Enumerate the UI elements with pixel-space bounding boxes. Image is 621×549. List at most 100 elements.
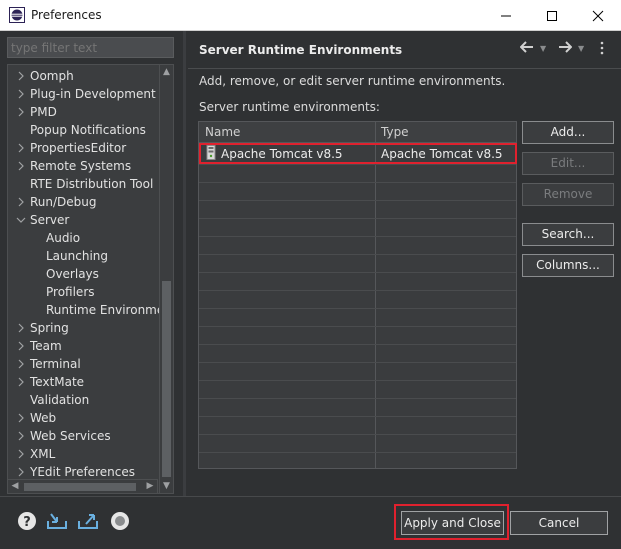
chevron-right-icon[interactable] (16, 139, 26, 157)
row-gridline (199, 218, 516, 219)
chevron-down-icon[interactable] (16, 211, 26, 229)
tree-item[interactable]: Plug-in Development (8, 85, 158, 103)
import-icon[interactable] (46, 511, 68, 531)
chevron-right-icon[interactable] (16, 409, 26, 427)
chevron-right-icon[interactable] (16, 373, 26, 391)
tree-item[interactable]: Popup Notifications (8, 121, 158, 139)
tree-horizontal-scrollbar[interactable]: ◀ ▶ (7, 479, 158, 494)
tree-item[interactable]: Spring (8, 319, 158, 337)
chevron-right-icon[interactable] (16, 427, 26, 445)
tree-vertical-scrollbar[interactable]: ▲ ▼ (159, 65, 173, 493)
tree-item[interactable]: Web (8, 409, 158, 427)
tree-item-label: Popup Notifications (30, 123, 146, 137)
scroll-thumb[interactable] (162, 281, 171, 477)
cancel-button[interactable]: Cancel (510, 511, 608, 535)
tree-item[interactable]: Audio (8, 229, 158, 247)
close-button[interactable] (575, 0, 621, 31)
tree-item-label: Remote Systems (30, 159, 132, 173)
tree-item-label: Plug-in Development (30, 87, 156, 101)
remove-button[interactable]: Remove (522, 183, 614, 206)
scroll-left-icon[interactable]: ◀ (8, 480, 22, 493)
search-button[interactable]: Search... (522, 223, 614, 246)
filter-input[interactable] (7, 37, 174, 58)
chevron-right-icon[interactable] (16, 445, 26, 463)
tree-item[interactable]: RTE Distribution Tool (8, 175, 158, 193)
back-arrow-icon[interactable] (519, 41, 534, 57)
forward-menu-chevron-icon[interactable]: ▼ (578, 44, 584, 60)
chevron-right-icon[interactable] (16, 157, 26, 175)
row-gridline (199, 308, 516, 309)
hscroll-thumb[interactable] (24, 483, 136, 491)
more-options-icon[interactable] (600, 41, 604, 57)
tree-item-label: Audio (46, 231, 81, 245)
tree-item[interactable]: TextMate (8, 373, 158, 391)
tree-item-label: Oomph (30, 69, 74, 83)
table-label: Server runtime environments: (199, 100, 380, 114)
row-gridline (199, 200, 516, 201)
apply-button-highlight (394, 504, 509, 540)
tree-item-label: Validation (30, 393, 90, 407)
tree-item[interactable]: Terminal (8, 355, 158, 373)
tree-item[interactable]: Overlays (8, 265, 158, 283)
oomph-preference-recorder-icon[interactable] (110, 511, 130, 531)
edit-button[interactable]: Edit... (522, 152, 614, 175)
chevron-right-icon[interactable] (16, 319, 26, 337)
tree-item[interactable]: Server (8, 211, 158, 229)
dialog-body: Oomph Plug-in Development PMD Popup Notific… (0, 31, 621, 549)
help-icon[interactable]: ? (17, 511, 37, 531)
minimize-button[interactable] (483, 0, 529, 31)
row-gridline (199, 236, 516, 237)
export-icon[interactable] (77, 511, 99, 531)
tree-item[interactable]: PMD (8, 103, 158, 121)
header-separator (188, 68, 621, 69)
back-menu-chevron-icon[interactable]: ▼ (540, 44, 546, 60)
scroll-up-icon[interactable]: ▲ (160, 65, 173, 79)
row-gridline (199, 272, 516, 273)
maximize-button[interactable] (529, 0, 575, 31)
row-gridline (199, 344, 516, 345)
scroll-down-icon[interactable]: ▼ (160, 479, 173, 493)
tree-item[interactable]: Run/Debug (8, 193, 158, 211)
tree-item[interactable]: Launching (8, 247, 158, 265)
row-gridline (199, 452, 516, 453)
chevron-right-icon[interactable] (16, 193, 26, 211)
tree-item-label: TextMate (30, 375, 85, 389)
maximize-icon (547, 10, 557, 21)
chevron-right-icon[interactable] (16, 85, 26, 103)
footer-separator (0, 496, 621, 497)
row-gridline (199, 380, 516, 381)
tree-item[interactable]: XML (8, 445, 158, 463)
columns-button[interactable]: Columns... (522, 254, 614, 277)
tree-item[interactable]: Validation (8, 391, 158, 409)
column-header-name[interactable]: Name (205, 125, 240, 139)
svg-text:?: ? (23, 515, 31, 530)
forward-arrow-icon[interactable] (558, 41, 573, 57)
tree-item-label: Web Services (30, 429, 111, 443)
preference-tree[interactable]: Oomph Plug-in Development PMD Popup Notific… (7, 64, 174, 494)
close-icon (592, 10, 604, 21)
tree-item-label: Team (30, 339, 62, 353)
tree-item-label: Run/Debug (30, 195, 97, 209)
chevron-right-icon[interactable] (16, 67, 26, 85)
tree-item[interactable]: PropertiesEditor (8, 139, 158, 157)
chevron-right-icon[interactable] (16, 103, 26, 121)
tree-item[interactable]: Runtime Environmen (8, 301, 172, 319)
row-gridline (199, 398, 516, 399)
tree-item[interactable]: Web Services (8, 427, 158, 445)
tree-item[interactable]: Remote Systems (8, 157, 158, 175)
chevron-right-icon[interactable] (16, 355, 26, 373)
panel-divider[interactable] (183, 31, 186, 496)
add-button[interactable]: Add... (522, 121, 614, 144)
scroll-right-icon[interactable]: ▶ (143, 480, 157, 493)
row-gridline (199, 434, 516, 435)
selected-row-highlight (199, 143, 517, 164)
tree-item-label: Launching (46, 249, 109, 263)
table-header: Name Type (199, 122, 516, 143)
runtime-table[interactable]: Name Type Apache Tomcat v8.5 Apache Tomc… (198, 121, 517, 469)
tree-item-label: Profilers (46, 285, 95, 299)
tree-item[interactable]: Team (8, 337, 158, 355)
column-header-type[interactable]: Type (381, 125, 409, 139)
tree-item[interactable]: Profilers (8, 283, 158, 301)
tree-item[interactable]: Oomph (8, 67, 158, 85)
chevron-right-icon[interactable] (16, 337, 26, 355)
